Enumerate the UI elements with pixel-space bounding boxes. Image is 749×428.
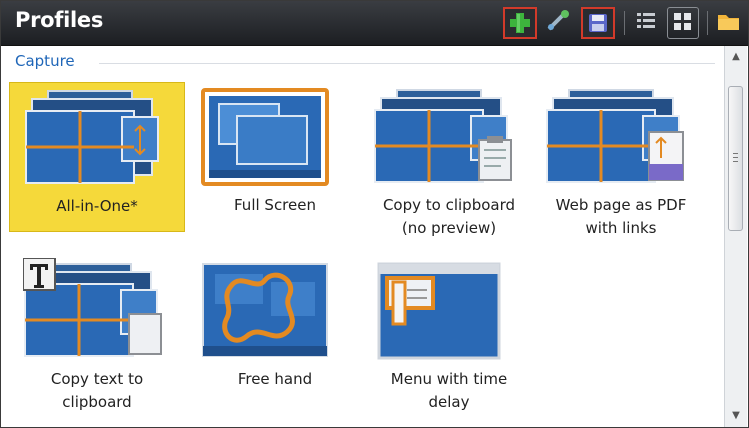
profiles-list: Capture All-in-One* Full Screen Copy to … — [3, 46, 725, 427]
clipboard-icon — [374, 89, 512, 183]
profile-tile-web-page-pdf[interactable]: Web page as PDF with links — [533, 82, 709, 237]
profiles-panel: Profiles Capture All-in-One* Full Screen… — [0, 0, 749, 428]
vertical-scrollbar[interactable]: ▲ ▼ — [724, 46, 747, 427]
tile-label-line: Full Screen — [234, 196, 316, 214]
tiles-icon — [674, 13, 691, 30]
web-pdf-icon — [546, 89, 684, 183]
profile-tile-menu-delay[interactable]: Menu with time delay — [361, 256, 537, 411]
tile-label-line: Copy text to — [50, 370, 144, 388]
profile-tile-free-hand[interactable]: Free hand — [187, 256, 363, 406]
tile-label-line: with links — [585, 219, 657, 237]
list-view-button[interactable] — [631, 7, 665, 39]
grip-line — [733, 153, 738, 154]
tile-label-line: Copy to clipboard — [382, 196, 516, 214]
scroll-down-arrow-icon[interactable]: ▼ — [725, 407, 747, 425]
full-screen-icon — [201, 88, 329, 186]
tile-label-line: Web page as PDF — [555, 196, 687, 214]
tile-label-line: Free hand — [237, 370, 313, 388]
folder-icon — [718, 15, 739, 30]
tile-label-line: All-in-One* — [56, 197, 138, 215]
profile-tile-full-screen[interactable]: Full Screen — [187, 82, 363, 232]
group-divider — [99, 63, 715, 64]
grip-line — [733, 161, 738, 162]
menu-delay-icon — [377, 262, 501, 360]
edit-profile-button[interactable] — [543, 7, 577, 39]
toolbar-separator — [707, 11, 708, 35]
open-folder-button[interactable] — [713, 7, 747, 39]
scroll-up-arrow-icon[interactable]: ▲ — [725, 48, 747, 66]
profile-tile-copy-text[interactable]: Copy text to clipboard — [9, 256, 185, 411]
tile-label-line: delay — [428, 393, 470, 411]
tile-label-line: clipboard — [62, 393, 132, 411]
all-in-one-icon — [25, 90, 159, 184]
save-profile-button[interactable] — [581, 7, 615, 39]
profile-tile-copy-to-clipboard[interactable]: Copy to clipboard (no preview) — [361, 82, 537, 237]
floppy-disk-icon — [589, 14, 607, 32]
wand-icon — [547, 10, 569, 31]
free-hand-icon — [202, 263, 328, 357]
scroll-thumb[interactable] — [728, 86, 743, 231]
add-profile-button[interactable] — [503, 7, 537, 39]
tile-label-line: (no preview) — [401, 219, 497, 237]
grip-line — [733, 157, 738, 158]
panel-title: Profiles — [15, 8, 104, 32]
tile-label-line: Menu with time — [390, 370, 508, 388]
plus-icon — [510, 13, 530, 33]
list-icon — [637, 13, 655, 28]
tile-view-button[interactable] — [667, 7, 699, 39]
text-capture-icon — [23, 258, 162, 357]
title-bar: Profiles — [1, 1, 748, 46]
toolbar-separator — [624, 11, 625, 35]
group-header-capture: Capture — [15, 52, 75, 70]
profile-tile-all-in-one[interactable]: All-in-One* — [9, 82, 185, 232]
